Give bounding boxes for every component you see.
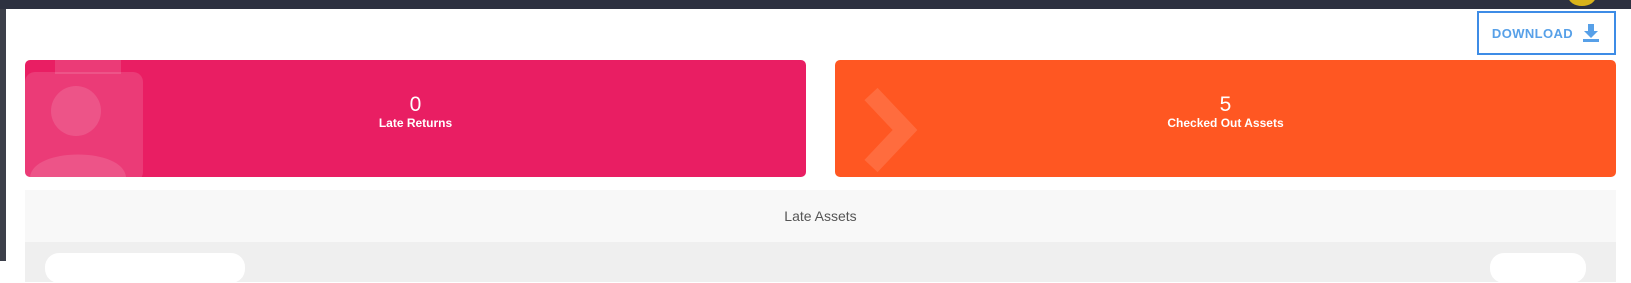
late-returns-count: 0: [409, 93, 422, 116]
checked-out-assets-content: 5 Checked Out Assets: [835, 93, 1616, 131]
late-assets-toolbar: [25, 242, 1616, 283]
download-button[interactable]: DOWNLOAD: [1477, 11, 1616, 55]
checked-out-assets-card[interactable]: 5 Checked Out Assets: [835, 60, 1616, 177]
top-navbar: [0, 0, 1631, 9]
search-input[interactable]: [45, 253, 245, 283]
late-returns-card[interactable]: 0 Late Returns: [25, 60, 806, 177]
checked-out-assets-label: Checked Out Assets: [1167, 116, 1284, 130]
late-returns-content: 0 Late Returns: [25, 93, 806, 131]
late-assets-title: Late Assets: [784, 208, 857, 224]
page-size-select[interactable]: [1490, 253, 1586, 283]
download-label: DOWNLOAD: [1491, 25, 1574, 41]
late-assets-header: Late Assets: [25, 190, 1616, 243]
sidebar-edge: [0, 9, 6, 261]
late-returns-label: Late Returns: [378, 116, 453, 130]
download-icon: [1583, 24, 1600, 42]
checked-out-assets-count: 5: [1219, 93, 1232, 116]
late-assets-panel: Late Assets: [25, 190, 1616, 283]
